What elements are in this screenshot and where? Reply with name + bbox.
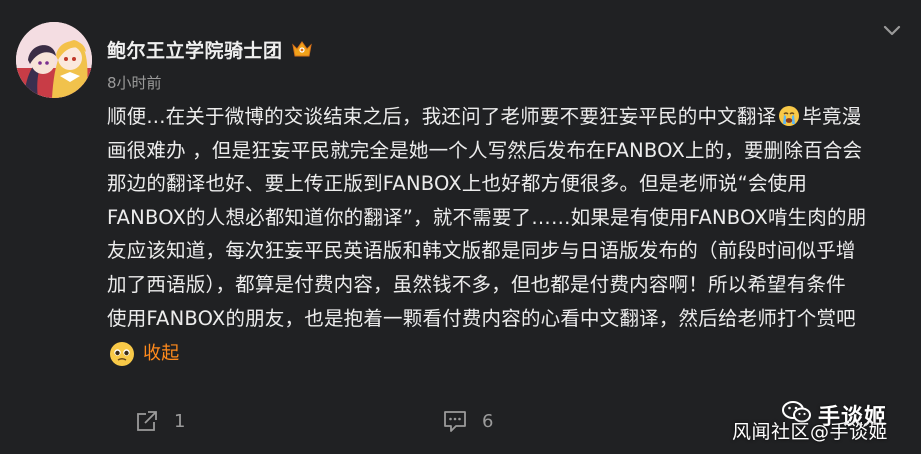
content-line: 顺便...在关于微博的交谈结束之后，我还问了老师要不要狂妄平民的中文翻译 毕竟漫 — [107, 100, 919, 134]
share-icon — [134, 408, 160, 434]
content-line: 画很难办 ，但是狂妄平民就完全是她一个人写然后发布在FANBOX上的，要删除百合… — [107, 138, 863, 162]
pleading-face-icon — [109, 341, 135, 367]
comment-button[interactable]: 6 — [442, 408, 493, 434]
content-line: 那边的翻译也好、要上传正版到FANBOX上也好都方便很多。但是老师说“会使用 — [107, 172, 808, 196]
username-row: 鲍尔王立学院骑士团 — [107, 34, 313, 64]
avatar[interactable] — [16, 22, 92, 98]
content-text: 顺便...在关于微博的交谈结束之后，我还问了老师要不要狂妄平民的中文翻译 — [107, 105, 777, 128]
post-time: 8小时前 — [107, 74, 162, 92]
action-bar: 1 6 — [0, 408, 921, 448]
weibo-post: 鲍尔王立学院骑士团 8小时前 顺便...在关于微博的交谈结束之后，我还问了老师要… — [0, 0, 921, 454]
comment-count: 6 — [482, 410, 494, 432]
content-line: FANBOX的人想必都知道你的翻译”，就不需要了……如果是有使用FANBOX啃生… — [107, 205, 867, 229]
share-button[interactable]: 1 — [134, 408, 185, 434]
collapse-row: 收起 — [107, 337, 919, 371]
content-line: 使用FANBOX的朋友，也是抱着一颗看付费内容的心看中文翻译，然后给老师打个赏吧 — [107, 306, 856, 330]
collapse-link[interactable]: 收起 — [143, 337, 179, 371]
post-content: 顺便...在关于微博的交谈结束之后，我还问了老师要不要狂妄平民的中文翻译 毕竟漫 … — [107, 100, 919, 371]
content-line: 友应该知道，每次狂妄平民英语版和韩文版都是同步与日语版发布的（前段时间似乎增 — [107, 239, 856, 263]
avatar-image — [16, 22, 92, 98]
crown-icon — [291, 39, 313, 59]
content-line: 加了西语版），都算是付费内容，虽然钱不多，但也都是付费内容啊！所以希望有条件 — [107, 272, 846, 296]
chevron-down-icon[interactable] — [880, 18, 904, 42]
crying-face-icon — [778, 104, 800, 126]
username[interactable]: 鲍尔王立学院骑士团 — [107, 36, 283, 63]
share-count: 1 — [174, 410, 186, 432]
content-text: 毕竟漫 — [802, 105, 862, 128]
comment-icon — [442, 408, 468, 434]
